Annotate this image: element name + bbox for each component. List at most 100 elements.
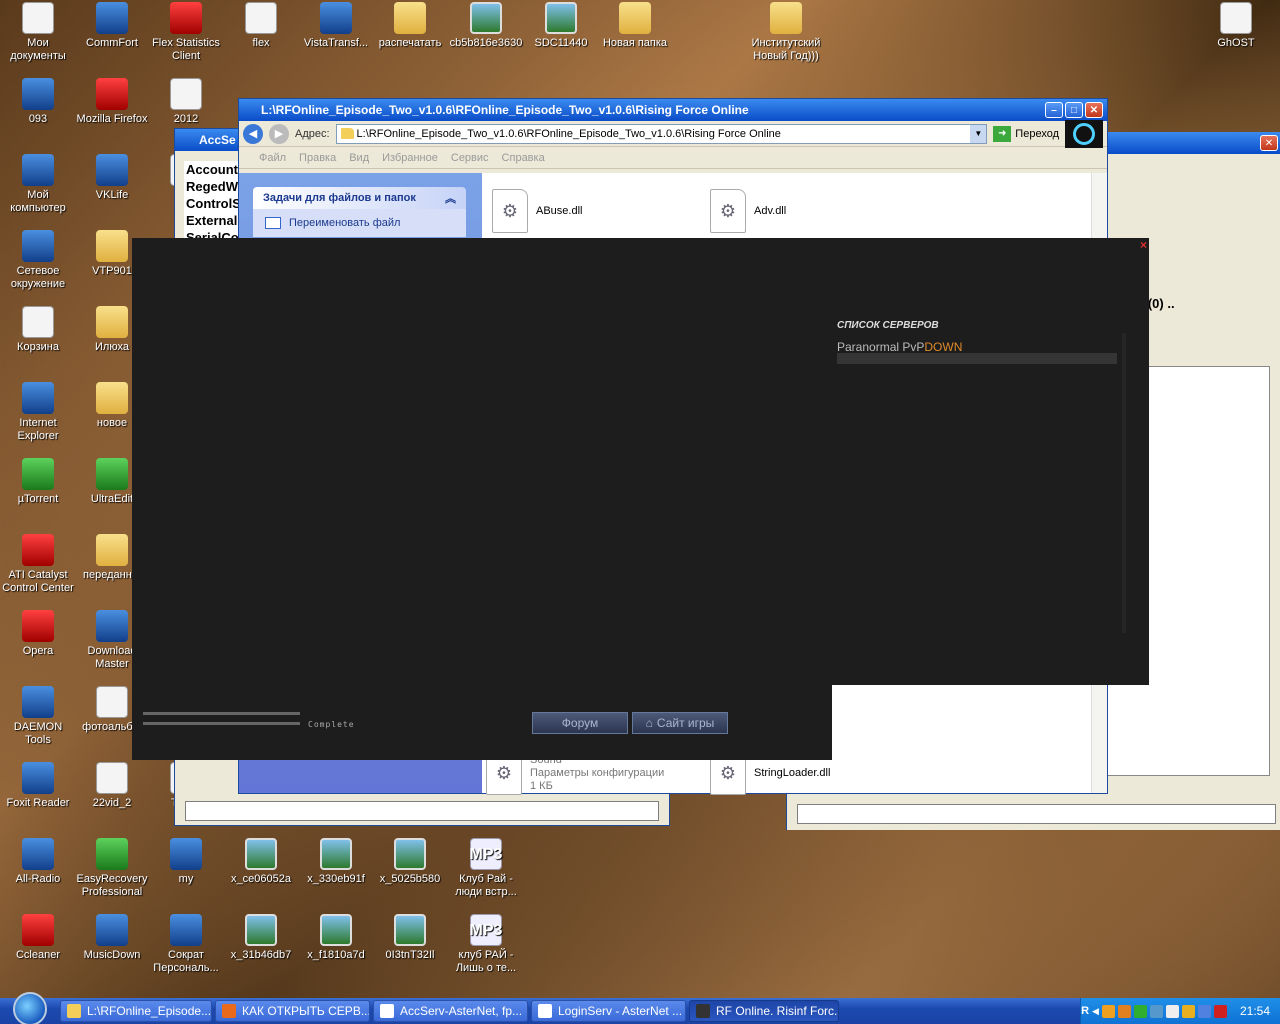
desktop-icon[interactable]: VKLife	[74, 154, 150, 202]
clock[interactable]: 21:54	[1240, 1004, 1270, 1018]
tray-app-icon[interactable]	[1197, 1004, 1211, 1018]
explorer-titlebar[interactable]: L:\RFOnline_Episode_Two_v1.0.6\RFOnline_…	[239, 99, 1107, 121]
launcher-footer: Complete Форум ⌂ Сайт игры	[132, 685, 832, 760]
back-arrow-icon[interactable]: ◀	[243, 123, 263, 144]
desktop-icon[interactable]: 093	[0, 78, 76, 126]
desktop-icon[interactable]: x_ce06052a	[223, 838, 299, 886]
desktop-icon[interactable]: DAEMON Tools	[0, 686, 76, 747]
flag-ru-icon[interactable]	[1213, 1004, 1227, 1018]
desktop-icon-label: Мои документы	[10, 37, 66, 62]
desktop-icon[interactable]: µTorrent	[0, 458, 76, 506]
desktop-icon[interactable]: Сократ Персональ...	[148, 914, 224, 975]
collapse-chevron-icon[interactable]: ︽	[445, 190, 456, 206]
accserv-list-item[interactable]: RegedW	[186, 178, 244, 195]
address-input[interactable]: L:\RFOnline_Episode_Two_v1.0.6\RFOnline_…	[335, 123, 988, 144]
accserv-list-item[interactable]: ControlS	[186, 195, 244, 212]
desktop-icon[interactable]: x_31b46db7	[223, 914, 299, 962]
desktop-icon[interactable]: x_f1810a7d	[298, 914, 374, 962]
loginserv-close-button[interactable]: ✕	[1260, 135, 1278, 151]
menu-item[interactable]: Правка	[299, 152, 336, 164]
desktop-icon-label: Сократ Персональ...	[153, 949, 219, 974]
accserv-input[interactable]	[185, 801, 659, 821]
menu-item[interactable]: Сервис	[451, 152, 489, 164]
taskbar-button[interactable]: L:\RFOnline_Episode...	[60, 1000, 212, 1022]
desktop-icon[interactable]: VistaTransf...	[298, 2, 374, 50]
taskbar-button[interactable]: LoginServ - AsterNet ...	[531, 1000, 686, 1022]
tray-app-icon[interactable]	[1165, 1004, 1179, 1018]
accserv-list-item[interactable]: Account	[186, 161, 244, 178]
address-dropdown-icon[interactable]: ▼	[970, 124, 987, 143]
desktop-icon[interactable]: Mozilla Firefox	[74, 78, 150, 126]
desktop-icon[interactable]: 2012	[148, 78, 224, 126]
tray-app-icon[interactable]	[1117, 1004, 1131, 1018]
tray-app-icon[interactable]	[1101, 1004, 1115, 1018]
desktop-icon[interactable]: cb5b816e3630	[448, 2, 524, 50]
maximize-button[interactable]: □	[1065, 102, 1083, 118]
loginserv-input[interactable]	[797, 804, 1276, 824]
tray-app-icon[interactable]	[1181, 1004, 1195, 1018]
utorrent-tray-icon[interactable]	[1133, 1004, 1147, 1018]
menu-item[interactable]: Файл	[259, 152, 286, 164]
desktop-icon[interactable]: my	[148, 838, 224, 886]
desktop-icon[interactable]: EasyRecovery Professional	[74, 838, 150, 899]
start-button[interactable]	[0, 992, 60, 1024]
file-tasks-header[interactable]: Задачи для файлов и папок ︽	[253, 187, 466, 209]
forward-arrow-icon[interactable]: ▶	[269, 123, 289, 144]
server-list-scrollbar[interactable]	[1122, 333, 1126, 633]
tray-expand-icon[interactable]: ◀	[1092, 1006, 1099, 1017]
network-tray-icon[interactable]	[1149, 1004, 1163, 1018]
desktop-icon[interactable]: ATI Catalyst Control Center	[0, 534, 76, 595]
desktop-icon[interactable]: x_330eb91f	[298, 838, 374, 886]
menu-item[interactable]: Справка	[502, 152, 545, 164]
desktop-icon[interactable]: MusicDown	[74, 914, 150, 962]
rename-file-task[interactable]: Переименовать файл	[253, 209, 466, 237]
file-abuse-dll[interactable]: ⚙ ABuse.dll	[492, 189, 582, 233]
desktop-icon[interactable]: 0I3tnT32Il	[372, 914, 448, 962]
windows-logo-icon	[1065, 119, 1103, 148]
server-list-item[interactable]: Paranormal PvPDOWN	[837, 340, 962, 354]
desktop-icon[interactable]: 22vid_2	[74, 762, 150, 810]
desktop-icon[interactable]: Сетевое окружение	[0, 230, 76, 291]
desktop-icon-label: VistaTransf...	[303, 37, 369, 49]
desktop-icon[interactable]: flex	[223, 2, 299, 50]
desktop-icon[interactable]: Internet Explorer	[0, 382, 76, 443]
desktop-icon[interactable]: x_5025b580	[372, 838, 448, 886]
desktop-icon[interactable]: Новая папка	[597, 2, 673, 50]
desktop-icon[interactable]: SDC11440	[523, 2, 599, 50]
launcher-close-icon[interactable]: ×	[1140, 238, 1147, 252]
file-adv-dll[interactable]: ⚙ Adv.dll	[710, 189, 786, 233]
menu-item[interactable]: Вид	[349, 152, 369, 164]
server-selection-bar[interactable]	[837, 353, 1117, 364]
taskbar-button[interactable]: AccServ-AsterNet, fp...	[373, 1000, 528, 1022]
accserv-list-item[interactable]: External	[186, 212, 244, 229]
desktop-icon[interactable]: Flex Statistics Client	[148, 2, 224, 63]
desktop-icon-label: x_ce06052a	[231, 873, 291, 885]
menu-item[interactable]: Избранное	[382, 152, 438, 164]
minimize-button[interactable]: –	[1045, 102, 1063, 118]
desktop-icon[interactable]: Корзина	[0, 306, 76, 354]
desktop-icon[interactable]: Мои документы	[0, 2, 76, 63]
desktop-icon[interactable]: Институтский Новый Год)))	[748, 2, 824, 63]
taskbar-button[interactable]: КАК ОТКРЫТЬ СЕРВ...	[215, 1000, 370, 1022]
download-master-icon	[96, 610, 128, 642]
close-button[interactable]: ✕	[1085, 102, 1103, 118]
desktop-icon[interactable]: Мой компьютер	[0, 154, 76, 215]
desktop-icon[interactable]: All-Radio	[0, 838, 76, 886]
desktop-icon[interactable]: распечатать	[372, 2, 448, 50]
go-button[interactable]: ➜ Переход	[993, 125, 1059, 142]
desktop-icon[interactable]: Foxit Reader	[0, 762, 76, 810]
desktop-icon[interactable]: Opera	[0, 610, 76, 658]
desktop-icon[interactable]: MP3 Клуб Рай - люди встр...	[448, 838, 524, 899]
folder-icon	[619, 2, 651, 34]
rename-file-label: Переименовать файл	[289, 217, 401, 229]
desktop-icon[interactable]: GhOST	[1198, 2, 1274, 50]
desktop-icon[interactable]: Ccleaner	[0, 914, 76, 962]
taskbar-button-label: КАК ОТКРЫТЬ СЕРВ...	[242, 1004, 370, 1018]
language-indicator[interactable]: R	[1081, 1005, 1089, 1017]
taskbar-button[interactable]: RF Online. Risinf Forc...	[689, 1000, 839, 1022]
desktop-icon[interactable]: CommFort	[74, 2, 150, 50]
desktop-icon[interactable]: MP3 клуб РАЙ - Лишь о те...	[448, 914, 524, 975]
launcher-window[interactable]: × СПИСОК СЕРВЕРОВ Paranormal PvPDOWN	[132, 238, 1149, 685]
forum-button[interactable]: Форум	[532, 712, 628, 734]
game-site-button[interactable]: ⌂ Сайт игры	[632, 712, 728, 734]
